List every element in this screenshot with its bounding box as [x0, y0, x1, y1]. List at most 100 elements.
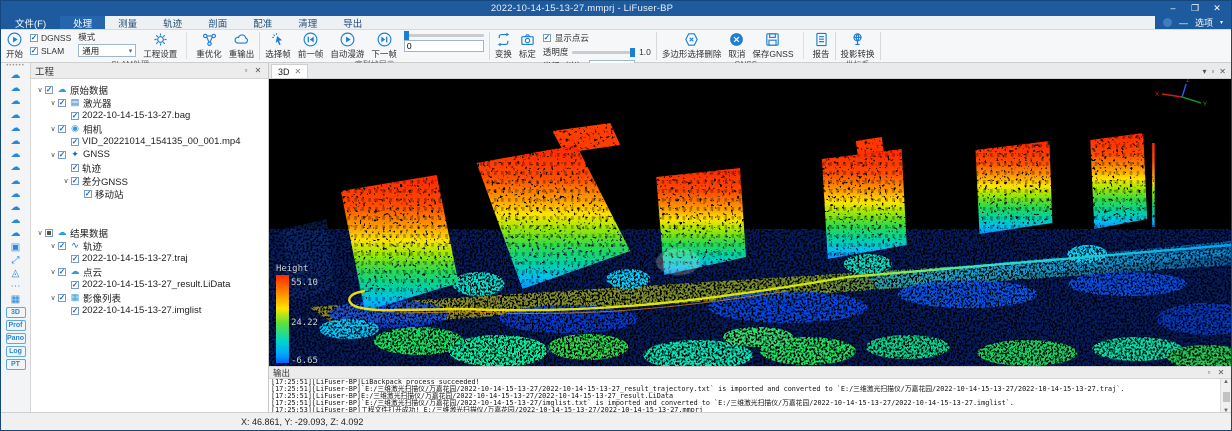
polygon-delete-button[interactable]: 多边形选择删除: [662, 31, 722, 60]
render-mode-icon[interactable]: ◬: [5, 267, 27, 280]
tree-item[interactable]: 2022-10-14-15-13-27.bag: [33, 109, 268, 122]
cloud-tool-4-icon[interactable]: ☁: [5, 109, 27, 122]
tree-checkbox[interactable]: [71, 164, 79, 172]
tab-list-icon[interactable]: ▾: [1202, 67, 1206, 76]
opacity-slider[interactable]: [572, 51, 635, 54]
output-scrollbar[interactable]: ▲ ▼: [1220, 379, 1231, 414]
tree-checkbox[interactable]: [71, 112, 79, 120]
expander-icon[interactable]: ∨: [48, 294, 58, 302]
menu-tab-配准[interactable]: 配准: [240, 16, 285, 29]
frame-input[interactable]: [404, 40, 484, 52]
tree-item[interactable]: ∨∿轨迹: [33, 239, 268, 252]
slider-knob[interactable]: [630, 48, 635, 57]
mode-dropdown[interactable]: 通用▾: [78, 44, 136, 57]
view-button-log[interactable]: Log: [6, 346, 26, 357]
cloud-tool-5-icon[interactable]: ☁: [5, 122, 27, 135]
theme-icon[interactable]: [1163, 18, 1172, 27]
collapse-ribbon-icon[interactable]: —: [1179, 18, 1188, 28]
float-panel-icon[interactable]: ▫: [240, 66, 252, 75]
tree-item[interactable]: 轨迹: [33, 161, 268, 174]
cloud-tool-1-icon[interactable]: ☁: [5, 69, 27, 82]
calibrate-button[interactable]: 标定: [519, 31, 536, 60]
expander-icon[interactable]: ∨: [48, 242, 58, 250]
options-button[interactable]: 选项: [1195, 16, 1213, 29]
box-view-icon[interactable]: ▣: [5, 240, 27, 253]
close-view-icon[interactable]: ✕: [1219, 67, 1226, 76]
start-button[interactable]: 开始: [6, 31, 23, 60]
point-cloud-canvas[interactable]: Height 55.10 24.22 -6.65 Z X Y: [269, 79, 1231, 366]
cancel-button[interactable]: 取消: [728, 31, 745, 60]
view-button-3d[interactable]: 3D: [6, 307, 26, 318]
tree-checkbox[interactable]: [58, 294, 66, 302]
file-menu-button[interactable]: 文件(F): [1, 16, 60, 29]
select-frame-button[interactable]: 选择帧: [265, 31, 291, 60]
menu-tab-测量[interactable]: 测量: [105, 16, 150, 29]
cloud-tool-7-icon[interactable]: ☁: [5, 148, 27, 161]
image-view-icon[interactable]: ▦: [5, 293, 27, 306]
float-panel-icon[interactable]: ▫: [1203, 368, 1215, 377]
project-settings-button[interactable]: 工程设置: [143, 31, 177, 60]
cloud-tool-2-icon[interactable]: ☁: [5, 82, 27, 95]
transform-button[interactable]: 变换: [495, 31, 512, 60]
tree-item[interactable]: ∨▦影像列表: [33, 291, 268, 304]
tab-3d[interactable]: 3D ✕: [271, 64, 308, 78]
tree-checkbox[interactable]: [71, 177, 79, 185]
reoptimize-button[interactable]: 重优化: [196, 31, 222, 60]
expander-icon[interactable]: ∨: [48, 125, 58, 133]
menu-tab-处理[interactable]: 处理: [60, 16, 105, 29]
tree-item[interactable]: ∨差分GNSS: [33, 174, 268, 187]
menu-tab-清理[interactable]: 清理: [285, 16, 330, 29]
tree-item[interactable]: ∨☁结果数据: [33, 226, 268, 239]
cloud-tool-6-icon[interactable]: ☁: [5, 135, 27, 148]
tree-checkbox[interactable]: [58, 99, 66, 107]
menu-tab-轨迹[interactable]: 轨迹: [150, 16, 195, 29]
cloud-tool-12-icon[interactable]: ☁: [5, 214, 27, 227]
tree-checkbox[interactable]: [45, 229, 53, 237]
auto-roam-button[interactable]: 自动漫游: [330, 31, 364, 60]
close-button[interactable]: ✕: [1207, 3, 1227, 14]
tree-checkbox[interactable]: [71, 138, 79, 146]
tree-item[interactable]: 2022-10-14-15-13-27.traj: [33, 252, 268, 265]
close-tab-icon[interactable]: ✕: [295, 67, 302, 76]
tree-checkbox[interactable]: [45, 86, 53, 94]
cloud-tool-13-icon[interactable]: ☁: [5, 227, 27, 240]
reexport-button[interactable]: 重输出: [229, 31, 255, 60]
show-cloud-checkbox[interactable]: 显示点云: [543, 32, 651, 44]
projection-convert-button[interactable]: 投影转换: [841, 31, 875, 60]
dgnss-checkbox[interactable]: DGNSS: [30, 33, 71, 43]
expander-icon[interactable]: ∨: [35, 229, 45, 237]
view-button-pt[interactable]: PT: [6, 359, 26, 370]
slam-checkbox[interactable]: SLAM: [30, 46, 71, 56]
minimize-button[interactable]: –: [1163, 3, 1183, 14]
tree-checkbox[interactable]: [58, 151, 66, 159]
tree-item[interactable]: ∨✦GNSS: [33, 148, 268, 161]
tree-checkbox[interactable]: [84, 190, 92, 198]
cloud-tool-11-icon[interactable]: ☁: [5, 201, 27, 214]
expander-icon[interactable]: ∨: [48, 99, 58, 107]
slider-knob[interactable]: [404, 31, 409, 40]
tree-checkbox[interactable]: [58, 242, 66, 250]
save-gnss-button[interactable]: 保存GNSS: [752, 31, 793, 60]
tree-checkbox[interactable]: [58, 125, 66, 133]
tree-checkbox[interactable]: [71, 255, 79, 263]
more-tools-icon[interactable]: ⋯: [5, 280, 27, 293]
expander-icon[interactable]: ∨: [48, 151, 58, 159]
close-panel-icon[interactable]: ✕: [252, 66, 264, 75]
close-panel-icon[interactable]: ✕: [1215, 368, 1227, 377]
tree-item[interactable]: ∨☁原始数据: [33, 83, 268, 96]
cloud-tool-8-icon[interactable]: ☁: [5, 161, 27, 174]
cloud-tool-9-icon[interactable]: ☁: [5, 175, 27, 188]
next-frame-button[interactable]: 下一帧: [371, 31, 397, 60]
float-view-icon[interactable]: ▫: [1211, 67, 1214, 76]
expander-icon[interactable]: ∨: [48, 268, 58, 276]
view-button-pano[interactable]: Pano: [6, 333, 26, 344]
tree-checkbox[interactable]: [71, 281, 79, 289]
tree-item[interactable]: ∨◉相机: [33, 122, 268, 135]
tree-item[interactable]: 2022-10-14-15-13-27.imglist: [33, 304, 268, 317]
tree-item[interactable]: 2022-10-14-15-13-27_result.LiData: [33, 278, 268, 291]
menu-tab-导出[interactable]: 导出: [330, 16, 375, 29]
scroll-up-icon[interactable]: ▲: [1223, 379, 1229, 385]
tree-item[interactable]: VID_20221014_154135_00_001.mp4: [33, 135, 268, 148]
tree-item[interactable]: ∨☁点云: [33, 265, 268, 278]
scroll-thumb[interactable]: [1223, 392, 1230, 402]
